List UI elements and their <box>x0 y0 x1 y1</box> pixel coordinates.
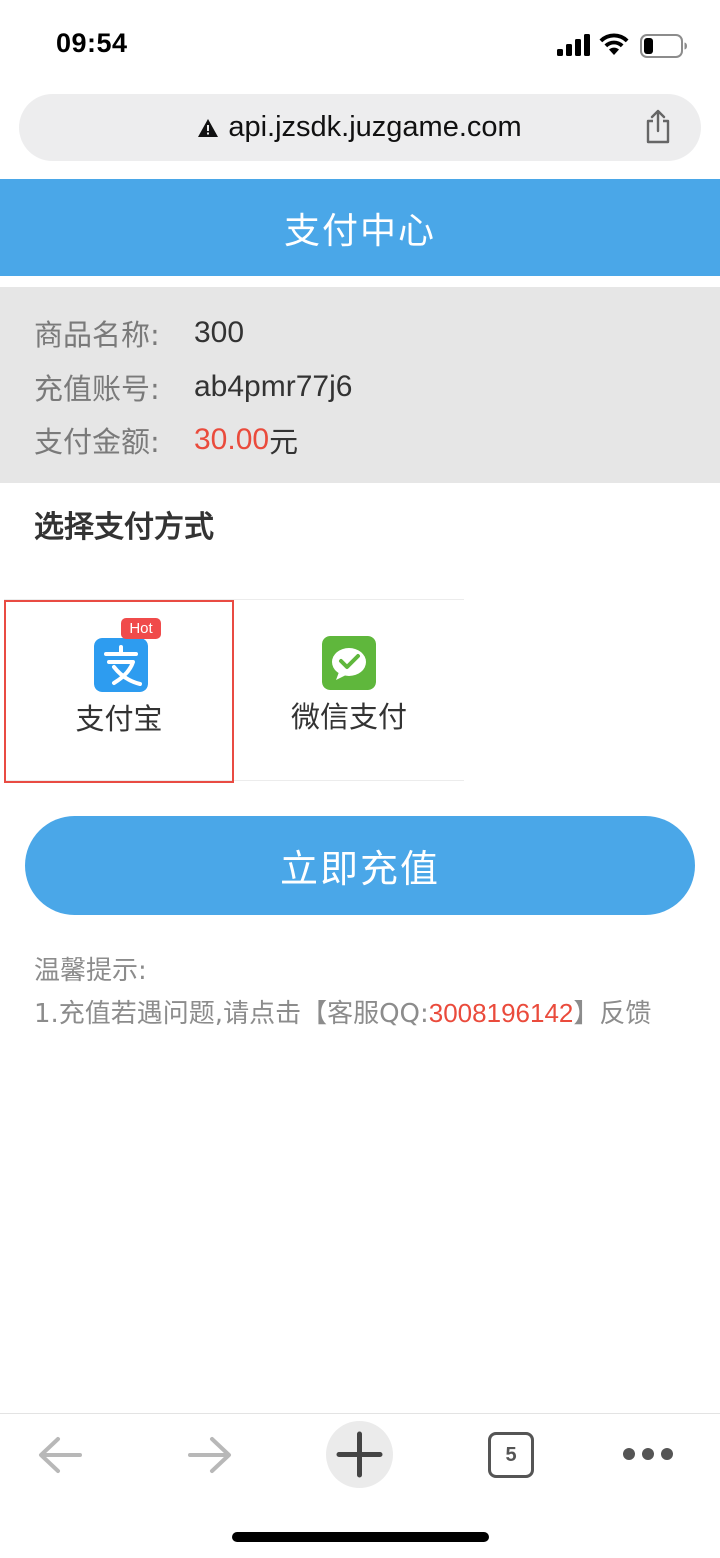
wechat-pay-option[interactable]: 微信支付 <box>234 600 464 782</box>
payment-methods: Hot 支付宝 微信支付 <box>4 599 464 783</box>
tips-line-suffix: 】反馈 <box>573 999 652 1029</box>
account-label: 充值账号: <box>34 372 160 406</box>
amount-row: 支付金额: 30.00 元 <box>34 420 298 460</box>
amount-label: 支付金额: <box>34 425 160 459</box>
payment-section-title: 选择支付方式 <box>34 510 214 545</box>
forward-arrow-icon[interactable] <box>186 1434 234 1476</box>
tabs-button[interactable]: 5 <box>488 1432 534 1478</box>
page-title: 支付中心 <box>283 210 436 252</box>
tips-title: 温馨提示: <box>34 956 147 986</box>
customer-service-qq-link[interactable]: 3008196142 <box>429 998 574 1028</box>
recharge-button[interactable]: 立即充值 <box>25 816 695 915</box>
more-icon[interactable] <box>622 1444 674 1464</box>
hot-badge: Hot <box>121 618 161 639</box>
amount-value: 30.00 <box>194 423 270 456</box>
wechat-pay-label: 微信支付 <box>290 700 407 734</box>
plus-icon <box>336 1431 383 1478</box>
status-time: 09:54 <box>56 28 128 58</box>
account-value: ab4pmr77j6 <box>194 370 353 403</box>
product-value: 300 <box>194 316 245 349</box>
back-arrow-icon[interactable] <box>36 1434 84 1476</box>
order-info-panel: 商品名称: 300 充值账号: ab4pmr77j6 支付金额: 30.00 元 <box>0 287 720 483</box>
share-icon[interactable] <box>643 109 673 145</box>
wifi-icon <box>599 33 629 55</box>
account-row: 充值账号: ab4pmr77j6 <box>34 367 352 407</box>
amount-unit: 元 <box>269 425 299 459</box>
battery-icon <box>640 34 687 58</box>
status-bar: 09:54 <box>0 0 720 90</box>
url-display[interactable]: api.jzsdk.juzgame.com <box>19 94 701 161</box>
url-text: api.jzsdk.juzgame.com <box>228 111 522 143</box>
warning-icon <box>198 118 219 137</box>
alipay-label: 支付宝 <box>75 702 163 736</box>
new-tab-button[interactable] <box>326 1421 393 1488</box>
tips-line: 1.充值若遇问题,请点击【客服QQ:3008196142】反馈 <box>34 993 651 1030</box>
alipay-icon <box>94 638 148 692</box>
address-bar[interactable]: api.jzsdk.juzgame.com <box>19 94 701 161</box>
wechat-pay-icon <box>322 636 376 690</box>
product-row: 商品名称: 300 <box>34 313 244 353</box>
cellular-signal-icon <box>557 34 590 56</box>
page-header: 支付中心 <box>0 179 720 276</box>
tips-line-prefix: 1.充值若遇问题,请点击【客服QQ: <box>34 999 429 1029</box>
home-indicator <box>232 1532 489 1542</box>
product-label: 商品名称: <box>34 318 160 352</box>
alipay-option[interactable]: Hot 支付宝 <box>4 600 234 783</box>
